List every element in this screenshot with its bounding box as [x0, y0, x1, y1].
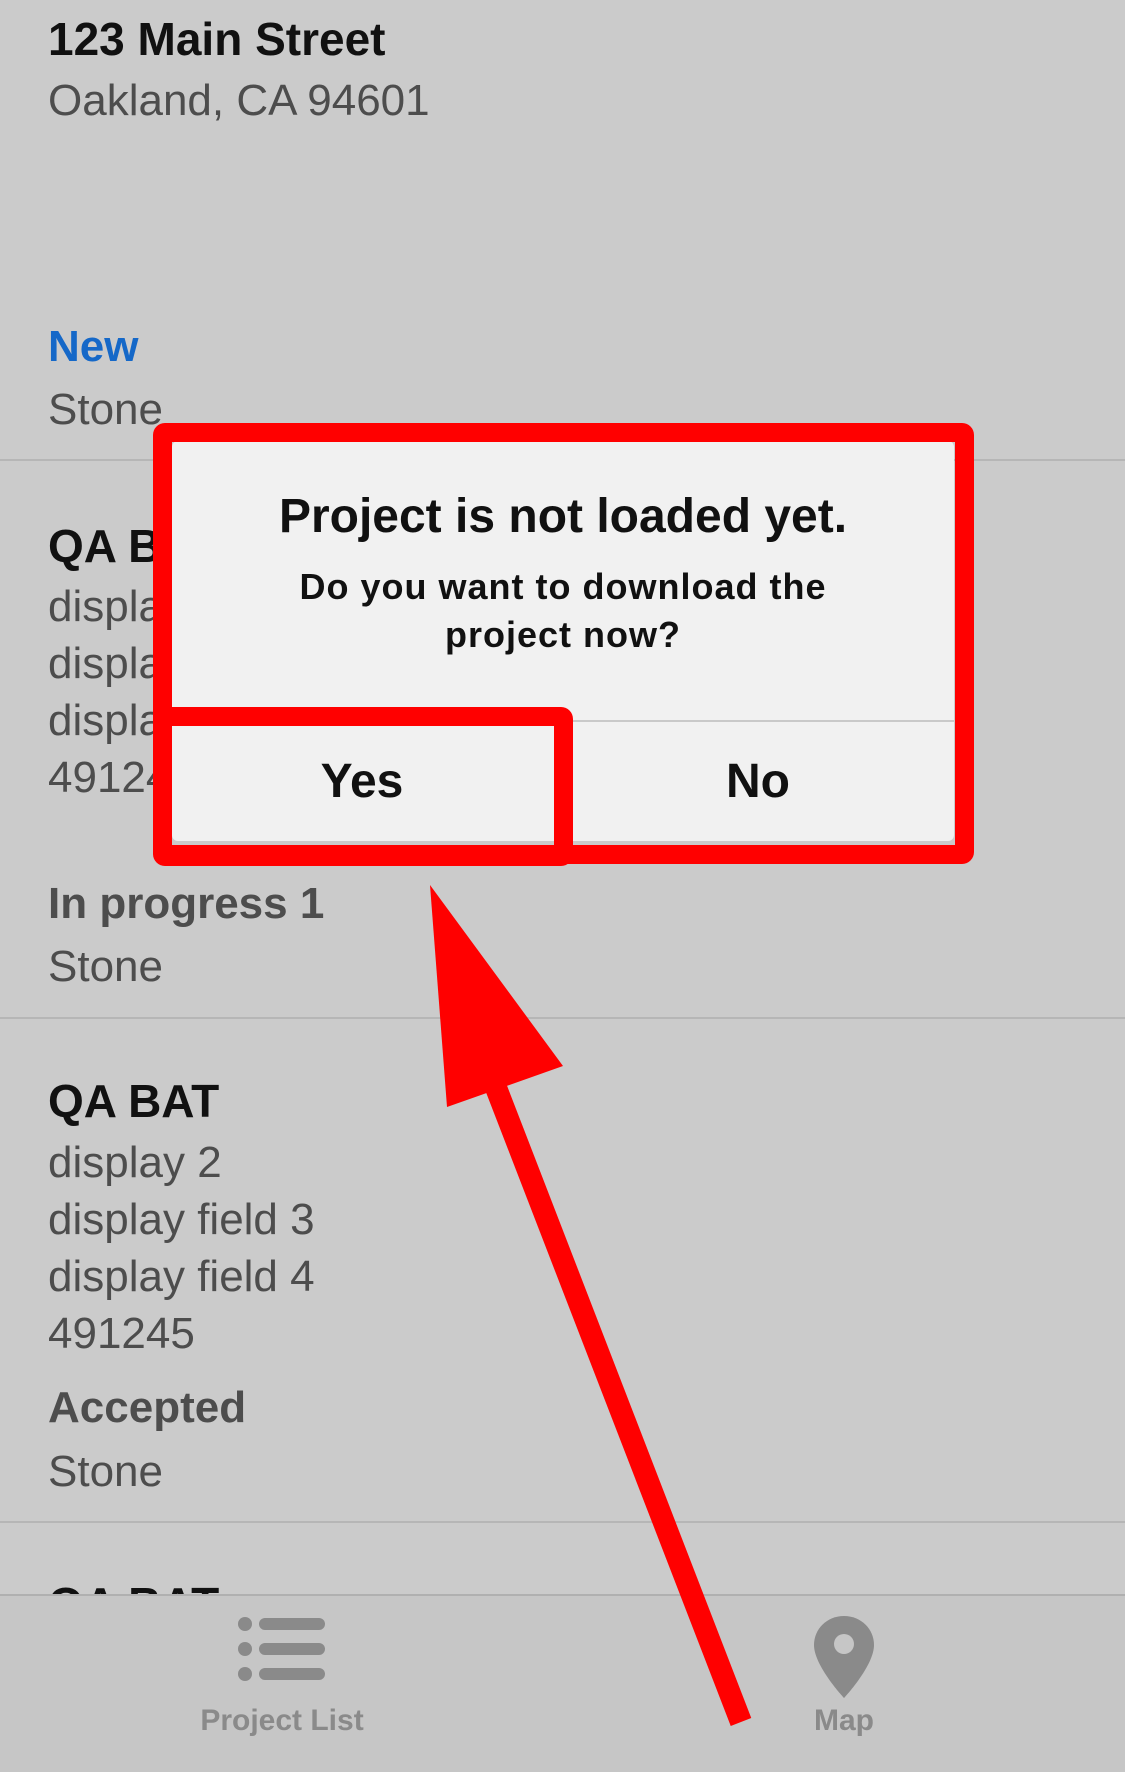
annotation-arrow: [430, 885, 752, 1726]
arrow-head-icon: [430, 885, 563, 1107]
arrow-shaft: [455, 1006, 752, 1726]
